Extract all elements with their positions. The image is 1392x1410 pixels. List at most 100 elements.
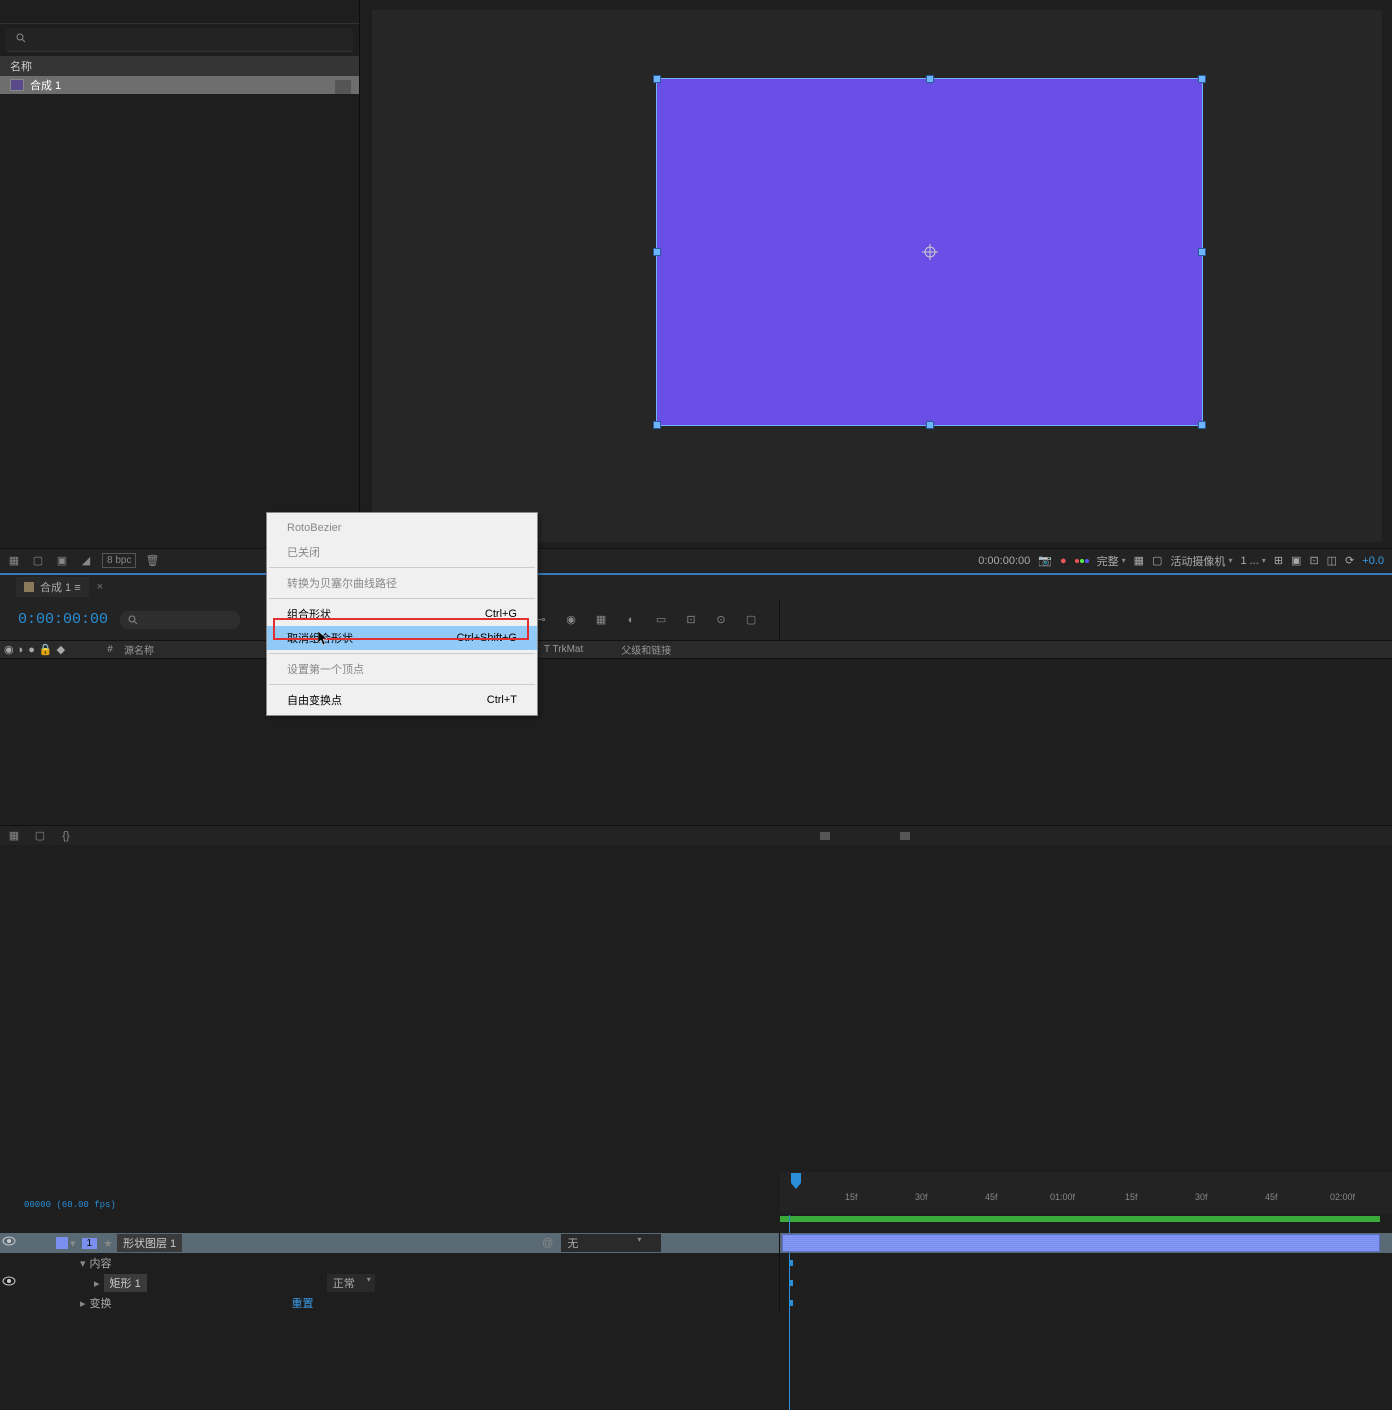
timeline-timecode[interactable]: 0:00:00:00: [18, 611, 108, 628]
shy-icon[interactable]: ⊡: [682, 611, 700, 629]
menu-convert-bezier: 转换为贝塞尔曲线路径: [267, 571, 537, 595]
selection-handle[interactable]: [1198, 248, 1206, 256]
anchor-point-icon[interactable]: [922, 244, 938, 260]
search-icon: [128, 615, 138, 625]
contents-label: 内容: [90, 1255, 112, 1271]
camera-dropdown[interactable]: 活动摄像机 ▾: [1170, 553, 1232, 569]
layer-name[interactable]: 形状图层 1: [117, 1234, 182, 1252]
twirl-down-icon[interactable]: ▾: [80, 1257, 86, 1270]
parent-dropdown[interactable]: 无 ▾: [561, 1234, 661, 1252]
exposure-value[interactable]: +0.0: [1362, 555, 1384, 567]
timeline-search[interactable]: [120, 611, 240, 629]
transparency-grid-icon[interactable]: ▦: [1134, 554, 1144, 567]
toggle-modes-icon[interactable]: ▢: [32, 828, 48, 844]
menu-ungroup-shapes[interactable]: 取消组合形状Ctrl+Shift+G: [267, 626, 537, 650]
tag-icon[interactable]: ◢: [78, 553, 94, 569]
contents-row[interactable]: ▾ 内容: [0, 1253, 1392, 1273]
twirl-down-icon[interactable]: ▾: [70, 1237, 76, 1250]
selection-handle[interactable]: [926, 421, 934, 429]
brain-icon[interactable]: ⊙: [712, 611, 730, 629]
timeline-ruler[interactable]: 15f 30f 45f 01:00f 15f 30f 45f 02:00f: [780, 1172, 1392, 1214]
draft3d-icon[interactable]: ◉: [562, 611, 580, 629]
composition-icon: [10, 79, 24, 91]
selection-handle[interactable]: [1198, 421, 1206, 429]
visibility-column-icon[interactable]: ◉: [4, 643, 14, 656]
visibility-toggle-icon[interactable]: [2, 1276, 16, 1290]
new-comp-icon[interactable]: ▣: [54, 553, 70, 569]
work-area-bar[interactable]: [780, 1216, 1380, 1222]
safe-zones-icon[interactable]: ▣: [1291, 554, 1301, 567]
lock-column-icon[interactable]: 🔒: [39, 643, 53, 656]
project-item-label: 合成 1: [30, 77, 61, 93]
interpret-footage-icon[interactable]: ▦: [6, 553, 22, 569]
keyframe-marker[interactable]: [790, 1280, 793, 1286]
transform-row[interactable]: ▸ 变换 重置: [0, 1293, 1392, 1313]
fast-preview-icon[interactable]: ⟳: [1345, 554, 1354, 567]
viewer-canvas[interactable]: [372, 10, 1382, 542]
visibility-toggle-icon[interactable]: [2, 1236, 16, 1250]
project-item-comp1[interactable]: 合成 1: [0, 76, 359, 94]
resolution-dropdown[interactable]: 完整 ▾: [1097, 553, 1126, 569]
folder-tree-icon[interactable]: [335, 80, 351, 94]
playhead-icon[interactable]: [790, 1172, 802, 1190]
audio-column-icon[interactable]: ◗: [18, 644, 25, 656]
rect1-row[interactable]: ▸ 矩形 1 正常 ▾: [0, 1273, 1392, 1293]
search-icon: [16, 33, 26, 46]
layer-bar[interactable]: [782, 1234, 1380, 1252]
keyframe-marker[interactable]: [790, 1300, 793, 1306]
context-menu: RotoBezier 已关闭 转换为贝塞尔曲线路径 组合形状Ctrl+G 取消组…: [266, 512, 538, 716]
shape-rectangle[interactable]: [656, 78, 1203, 426]
twirl-right-icon[interactable]: ▸: [94, 1277, 100, 1290]
guides-icon[interactable]: ⊞: [1274, 554, 1283, 567]
column-trkmat[interactable]: T TrkMat: [540, 644, 587, 655]
frame-blend-icon[interactable]: ▦: [592, 611, 610, 629]
solo-column-icon[interactable]: ●: [28, 644, 35, 656]
color-management-icon[interactable]: [1075, 559, 1089, 563]
nav-handle[interactable]: [820, 832, 830, 840]
column-number[interactable]: #: [100, 644, 120, 655]
selection-handle[interactable]: [653, 421, 661, 429]
show-channel-icon[interactable]: ●: [1060, 555, 1067, 567]
timecode-frames: 00000 (60.00 fps): [24, 1200, 116, 1210]
bpc-label[interactable]: 8 bpc: [102, 553, 136, 568]
selection-handle[interactable]: [1198, 75, 1206, 83]
project-name-column[interactable]: 名称: [0, 56, 359, 76]
label-column-icon[interactable]: ◆: [57, 643, 65, 656]
selection-handle[interactable]: [653, 248, 661, 256]
graph-editor-icon[interactable]: ▭: [652, 611, 670, 629]
keyframe-marker[interactable]: [790, 1260, 793, 1266]
project-search[interactable]: [6, 28, 353, 52]
timeline-footer: ▦ ▢ {}: [0, 825, 780, 845]
layer-switches-icon[interactable]: ▢: [742, 611, 760, 629]
layer-row-shape1[interactable]: ▾ 1 ★ 形状图层 1 @ 无 ▾: [0, 1233, 1392, 1253]
grid-icon[interactable]: ⊡: [1309, 554, 1318, 567]
menu-free-transform[interactable]: 自由变换点Ctrl+T: [267, 688, 537, 712]
selection-handle[interactable]: [926, 75, 934, 83]
pixel-ratio-icon[interactable]: ◫: [1327, 554, 1337, 567]
menu-separator: [269, 684, 535, 685]
viewer-timecode[interactable]: 0:00:00:00: [978, 555, 1030, 567]
mask-toggle-icon[interactable]: ▢: [1152, 554, 1162, 567]
column-source-name[interactable]: 源名称: [120, 642, 260, 657]
motion-blur-icon[interactable]: ◐: [622, 611, 640, 629]
column-parent[interactable]: 父级和链接: [617, 642, 675, 657]
timeline-tab-comp1[interactable]: 合成 1 ≡: [16, 577, 89, 597]
rect1-label[interactable]: 矩形 1: [104, 1274, 147, 1292]
view-count-dropdown[interactable]: 1 ... ▾: [1240, 555, 1265, 567]
timeline-navigator[interactable]: [780, 825, 1392, 845]
reset-link[interactable]: 重置: [292, 1295, 314, 1311]
pick-whip-icon[interactable]: @: [542, 1237, 553, 1249]
selection-handle[interactable]: [653, 75, 661, 83]
nav-handle[interactable]: [900, 832, 910, 840]
menu-group-shapes[interactable]: 组合形状Ctrl+G: [267, 602, 537, 626]
label-color[interactable]: [56, 1237, 68, 1249]
tab-close-icon[interactable]: ×: [97, 581, 103, 593]
blend-mode-dropdown[interactable]: 正常 ▾: [327, 1274, 375, 1292]
snapshot-icon[interactable]: 📷: [1038, 554, 1052, 567]
delete-icon[interactable]: 🗑: [144, 553, 160, 569]
toggle-brackets-icon[interactable]: {}: [58, 828, 74, 844]
twirl-right-icon[interactable]: ▸: [80, 1297, 86, 1310]
toggle-switches-icon[interactable]: ▦: [6, 828, 22, 844]
new-folder-icon[interactable]: ▢: [30, 553, 46, 569]
timeline-column-headers: ◉ ◗ ● 🔒 ◆ # 源名称 T TrkMat 父级和链接: [0, 641, 1392, 659]
